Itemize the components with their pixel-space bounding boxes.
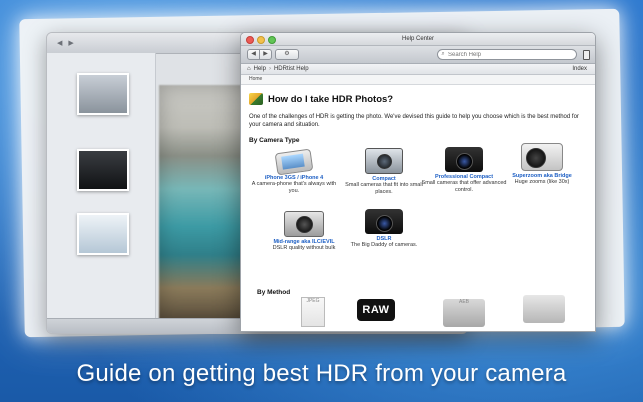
breadcrumb-separator: › — [268, 66, 271, 72]
raw-icon: RAW — [357, 299, 395, 321]
method-item-jpeg[interactable]: JPEG — [285, 297, 339, 331]
camera-desc: The Big Daddy of cameras. — [350, 242, 418, 248]
method-item-aeb[interactable]: AEB — [437, 299, 491, 331]
gear-icon: ⚙ — [284, 51, 290, 57]
forward-button[interactable]: ▶ — [259, 50, 271, 59]
method-item-raw[interactable]: RAW — [349, 299, 403, 331]
home-icon[interactable]: ⌂ — [247, 66, 251, 72]
intro-text: One of the challenges of HDR is getting … — [249, 114, 579, 128]
hdrtist-logo-icon — [249, 93, 263, 105]
thumbnail-sidebar — [47, 53, 156, 319]
camera-desc: DSLR quality without bulk — [272, 245, 336, 251]
toolbar-icon[interactable]: ▶ — [68, 39, 73, 47]
camera-desc: Small cameras that offer advanced contro… — [421, 180, 507, 193]
dslr-camera-icon — [365, 209, 403, 234]
camera-desc: A camera-phone that's always with you. — [251, 181, 337, 194]
action-menu-button[interactable]: ⚙ — [275, 49, 299, 60]
camera-desc: Small cameras that fit into small places… — [345, 182, 423, 195]
page-title-row: How do I take HDR Photos? — [249, 93, 587, 105]
window-titlebar: Help Center — [241, 33, 595, 46]
thumbnail[interactable] — [77, 73, 129, 115]
iphone-icon — [274, 148, 314, 176]
thumbnail[interactable] — [77, 149, 129, 191]
help-center-window: Help Center ◀ ▶ ⚙ ⌕ ⌂ Help › HDRtist Hel… — [240, 32, 596, 332]
method-label: AEB — [458, 299, 469, 305]
close-button[interactable] — [246, 36, 254, 44]
nav-buttons: ◀ ▶ — [247, 49, 272, 60]
camera-item-bridge[interactable]: Superzoom aka Bridge Huge zooms (like 30… — [497, 143, 587, 186]
promo-caption: Guide on getting best HDR from your came… — [76, 360, 567, 387]
breadcrumb: ⌂ Help › HDRtist Help Index — [241, 64, 595, 75]
pro-compact-camera-icon — [445, 147, 483, 172]
camera-desc: Huge zooms (like 30x) — [514, 179, 570, 185]
aeb-tripod-icon: AEB — [443, 299, 485, 327]
bridge-camera-icon — [521, 143, 563, 171]
home-link-bar: Home — [241, 75, 595, 85]
multi-shot-icon — [523, 295, 565, 323]
window-controls — [246, 36, 276, 44]
window-title: Help Center — [401, 36, 434, 42]
bookmark-icon[interactable] — [583, 50, 590, 60]
breadcrumb-hdrtist-help[interactable]: HDRtist Help — [274, 66, 309, 72]
thumbnail[interactable] — [77, 213, 129, 255]
camera-item-compact[interactable]: Compact Small cameras that fit into smal… — [339, 148, 429, 196]
camera-item-iphone[interactable]: iPhone 3GS / iPhone 4 A camera-phone tha… — [249, 148, 339, 195]
search-field[interactable]: ⌕ — [437, 49, 577, 60]
method-label: JPEG — [306, 298, 320, 304]
index-link[interactable]: Index — [572, 64, 587, 74]
section-heading-method: By Method — [257, 289, 291, 296]
minimize-button[interactable] — [257, 36, 265, 44]
help-content: How do I take HDR Photos? One of the cha… — [241, 85, 595, 327]
zoom-button[interactable] — [268, 36, 276, 44]
search-input[interactable] — [448, 51, 568, 58]
breadcrumb-help[interactable]: Help — [254, 66, 266, 72]
method-item-multi[interactable] — [517, 295, 571, 329]
home-link[interactable]: Home — [249, 76, 262, 82]
help-toolbar: ◀ ▶ ⚙ ⌕ — [241, 46, 595, 64]
evil-camera-icon — [284, 211, 324, 237]
back-button[interactable]: ◀ — [248, 50, 259, 59]
toolbar-icon[interactable]: ◀ — [57, 39, 62, 47]
compact-camera-icon — [365, 148, 403, 174]
camera-item-dslr[interactable]: DSLR The Big Daddy of cameras. — [339, 209, 429, 249]
page-title: How do I take HDR Photos? — [268, 93, 394, 105]
camera-item-pro-compact[interactable]: Professional Compact Small cameras that … — [419, 147, 509, 194]
jpeg-file-icon: JPEG — [301, 297, 325, 327]
camera-item-evil[interactable]: Mid-range aka ILC/EVIL DSLR quality with… — [259, 211, 349, 252]
search-icon: ⌕ — [441, 51, 445, 57]
